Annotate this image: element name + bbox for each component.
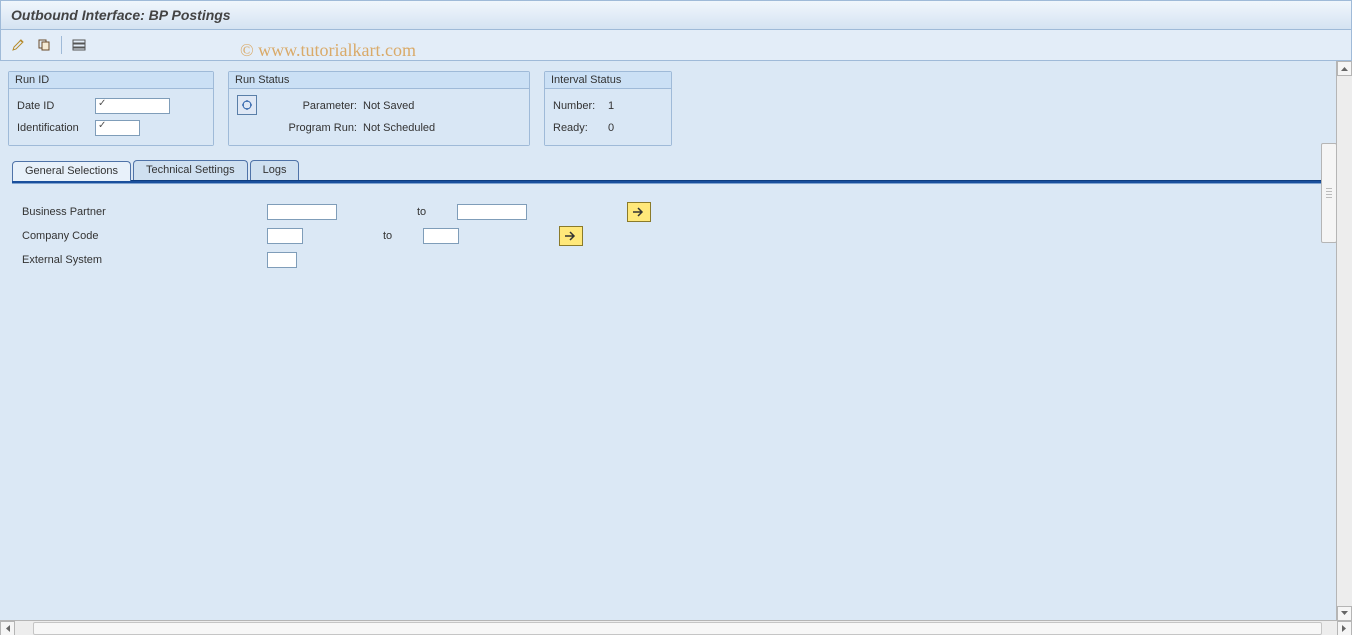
arrow-right-icon: [564, 231, 578, 241]
row-interval-ready: Ready: 0: [553, 117, 663, 139]
scroll-up-button[interactable]: [1337, 61, 1352, 76]
row-business-partner: Business Partner to: [22, 200, 1319, 224]
business-partner-label: Business Partner: [22, 206, 267, 218]
tab-container: General Selections Technical Settings Lo…: [0, 152, 1337, 288]
parameter-value: Not Saved: [363, 100, 453, 112]
external-system-label: External System: [22, 254, 267, 266]
scroll-down-button[interactable]: [1337, 606, 1352, 621]
tool-button-copy[interactable]: [35, 36, 53, 54]
tool-button-pencil[interactable]: [9, 36, 27, 54]
parameter-label: Parameter:: [265, 100, 357, 112]
status-settings-icon: [241, 99, 253, 111]
arrow-right-icon: [632, 207, 646, 217]
identification-input[interactable]: [95, 120, 140, 136]
main-scroll-area: Run ID Date ID Identification Run Status: [0, 61, 1337, 621]
company-code-label: Company Code: [22, 230, 267, 242]
external-system-input[interactable]: [267, 252, 297, 268]
copy-icon: [37, 38, 51, 52]
company-code-to-input[interactable]: [423, 228, 459, 244]
horizontal-scroll-track[interactable]: [15, 621, 1337, 635]
row-interval-number: Number: 1: [553, 95, 663, 117]
tab-technical-settings[interactable]: Technical Settings: [133, 160, 248, 180]
group-run-id-title: Run ID: [9, 72, 213, 89]
status-icon-box: [237, 95, 257, 115]
business-partner-to-label: to: [417, 206, 457, 218]
company-code-to-label: to: [383, 230, 423, 242]
tab-general-selections[interactable]: General Selections: [12, 161, 131, 181]
vertical-scrollbar[interactable]: [1336, 61, 1352, 621]
horizontal-scrollbar[interactable]: [0, 620, 1352, 635]
program-run-label: Program Run:: [265, 122, 357, 134]
header-groups-row: Run ID Date ID Identification Run Status: [0, 61, 1337, 152]
date-id-input[interactable]: [95, 98, 170, 114]
business-partner-from-input[interactable]: [267, 204, 337, 220]
interval-number-value: 1: [608, 100, 614, 112]
row-external-system: External System: [22, 248, 1319, 272]
interval-number-label: Number:: [553, 100, 608, 112]
identification-label: Identification: [17, 122, 95, 134]
application-toolbar: [0, 30, 1352, 61]
chevron-down-icon: [1341, 611, 1348, 616]
group-run-status: Run Status Parameter: Not Saved Program …: [228, 71, 530, 146]
window-title-bar: Outbound Interface: BP Postings: [0, 0, 1352, 30]
row-program-run: Program Run: Not Scheduled: [265, 117, 521, 139]
interval-ready-label: Ready:: [553, 122, 608, 134]
page-title: Outbound Interface: BP Postings: [11, 7, 231, 23]
chevron-left-icon: [5, 625, 10, 632]
horizontal-scroll-thumb[interactable]: [33, 622, 1322, 635]
tab-pane-general: Business Partner to Company Code to: [12, 184, 1329, 288]
row-parameter: Parameter: Not Saved: [265, 95, 521, 117]
business-partner-multiselect-button[interactable]: [627, 202, 651, 222]
layout-icon: [72, 38, 86, 52]
group-interval-status: Interval Status Number: 1 Ready: 0: [544, 71, 672, 146]
group-interval-status-body: Number: 1 Ready: 0: [545, 89, 671, 145]
company-code-multiselect-button[interactable]: [559, 226, 583, 246]
toolbar-separator: [61, 36, 62, 54]
tab-logs[interactable]: Logs: [250, 160, 300, 180]
company-code-from-input[interactable]: [267, 228, 303, 244]
group-run-id-body: Date ID Identification: [9, 89, 213, 145]
content-wrapper: Run ID Date ID Identification Run Status: [0, 61, 1352, 635]
date-id-label: Date ID: [17, 100, 95, 112]
chevron-right-icon: [1342, 625, 1347, 632]
row-identification: Identification: [17, 117, 205, 139]
chevron-up-icon: [1341, 66, 1348, 71]
interval-ready-value: 0: [608, 122, 614, 134]
tool-button-layout[interactable]: [70, 36, 88, 54]
pencil-icon: [11, 38, 25, 52]
program-run-value: Not Scheduled: [363, 122, 453, 134]
group-interval-status-title: Interval Status: [545, 72, 671, 89]
group-run-id: Run ID Date ID Identification: [8, 71, 214, 146]
scroll-left-button[interactable]: [0, 621, 15, 635]
vertical-scroll-track[interactable]: [1337, 76, 1352, 606]
row-company-code: Company Code to: [22, 224, 1319, 248]
business-partner-to-input[interactable]: [457, 204, 527, 220]
scroll-right-button[interactable]: [1337, 621, 1352, 635]
row-date-id: Date ID: [17, 95, 205, 117]
group-run-status-body: Parameter: Not Saved Program Run: Not Sc…: [229, 89, 529, 145]
tab-strip: General Selections Technical Settings Lo…: [12, 156, 1329, 180]
group-run-status-title: Run Status: [229, 72, 529, 89]
